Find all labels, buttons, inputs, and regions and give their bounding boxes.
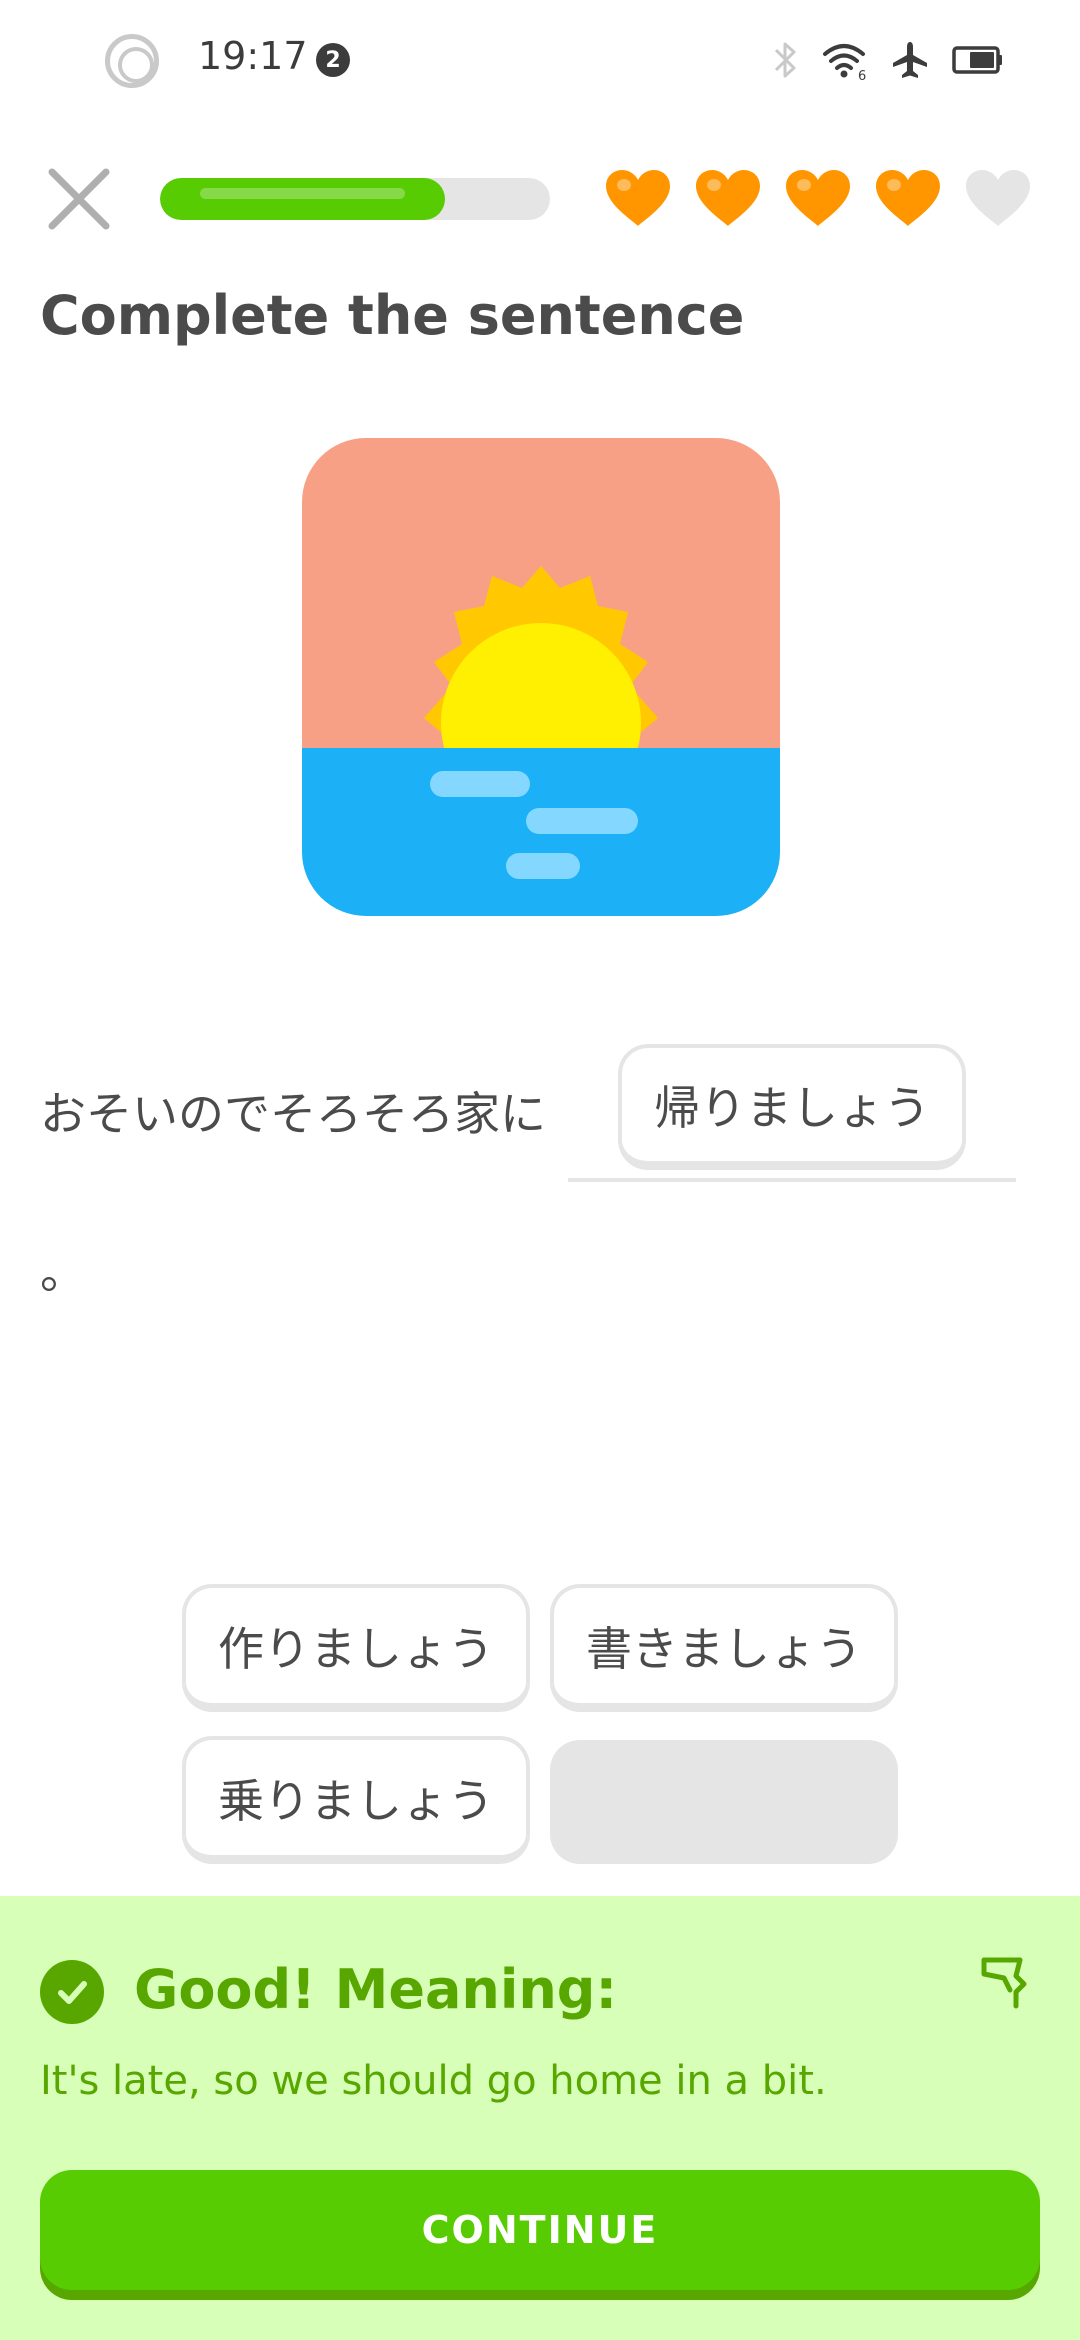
close-icon xyxy=(48,168,110,230)
heart-empty-icon xyxy=(966,170,1030,226)
flag-icon xyxy=(981,1957,1027,2009)
notification-badge: 2 xyxy=(316,43,350,77)
word-option[interactable]: 乗りましょう xyxy=(182,1736,530,1864)
feedback-title: Good! Meaning: xyxy=(134,1958,618,2021)
word-option[interactable]: 作りましょう xyxy=(182,1584,530,1712)
page-title: Complete the sentence xyxy=(40,284,745,347)
bluetooth-icon xyxy=(774,42,796,78)
close-button[interactable] xyxy=(46,166,112,232)
status-time: 19:17 xyxy=(198,34,308,78)
airplane-icon xyxy=(893,42,927,78)
continue-button[interactable]: CONTINUE xyxy=(40,2170,1040,2290)
record-indicator-icon xyxy=(105,34,159,88)
sentence-prefix: おそいのでそろそろ家に xyxy=(40,1087,546,1141)
heart-icon xyxy=(786,170,850,226)
feedback-translation: It's late, so we should go home in a bit… xyxy=(40,2058,827,2104)
selected-answer-chip[interactable]: 帰りましょう xyxy=(618,1044,966,1170)
battery-icon xyxy=(952,46,1002,74)
heart-icon xyxy=(696,170,760,226)
progress-shine xyxy=(200,188,405,199)
svg-text:6: 6 xyxy=(858,69,866,80)
wifi-icon: 6 xyxy=(823,44,866,80)
answer-blank-underline xyxy=(568,1178,1016,1182)
word-option[interactable]: 書きましょう xyxy=(550,1584,898,1712)
report-button[interactable] xyxy=(976,1954,1032,2014)
sentence-suffix: 。 xyxy=(40,1245,86,1299)
lesson-progress-bar xyxy=(160,178,550,220)
used-word-slot xyxy=(550,1740,898,1864)
hearts-indicator xyxy=(602,168,1034,230)
lesson-screen: 19:17 2 6 Complete the sentence おそいのでそろそ… xyxy=(0,0,1080,2340)
sunset-illustration xyxy=(302,438,780,916)
status-bar: 19:17 2 6 xyxy=(0,0,1080,120)
heart-icon xyxy=(876,170,940,226)
check-icon xyxy=(40,1960,104,2024)
feedback-panel: Good! Meaning: It's late, so we should g… xyxy=(0,1896,1080,2340)
progress-fill xyxy=(160,178,445,220)
status-icons: 6 xyxy=(772,36,1004,84)
heart-icon xyxy=(606,170,670,226)
